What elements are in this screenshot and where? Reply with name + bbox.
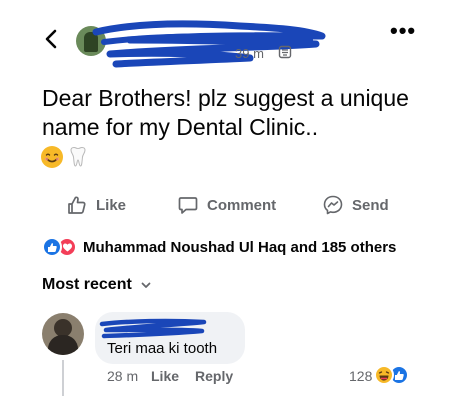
comment-icon: [178, 197, 198, 214]
haha-reaction-icon: [374, 365, 394, 385]
globe-icon: [278, 45, 292, 59]
post-header: 39 m •••: [0, 0, 450, 70]
redacted-commenter-name: [99, 318, 207, 339]
like-reaction-icon: [42, 237, 62, 257]
comment-reply-button[interactable]: Reply: [195, 368, 233, 384]
reactions-summary-text: Muhammad Noushad Ul Haq and 185 others: [83, 238, 397, 256]
redacted-author-name: [92, 20, 326, 68]
chevron-left-icon[interactable]: [42, 28, 60, 50]
smiling-face-emoji: [41, 146, 63, 168]
messenger-icon: [323, 195, 343, 215]
post-time[interactable]: 39 m: [235, 46, 264, 61]
send-button[interactable]: Send: [322, 190, 389, 220]
comment-text: Teri maa ki tooth: [107, 340, 218, 357]
thumbs-up-icon: [68, 196, 86, 214]
sort-label: Most recent: [42, 276, 132, 293]
chevron-down-icon: [141, 282, 151, 288]
post-actions: Like Comment Send: [0, 190, 450, 220]
comment-time[interactable]: 28 m: [107, 368, 138, 384]
like-button[interactable]: Like: [66, 190, 126, 220]
reactions-summary[interactable]: Muhammad Noushad Ul Haq and 185 others: [42, 236, 396, 258]
send-label: Send: [352, 196, 389, 214]
more-horizontal-icon[interactable]: •••: [390, 20, 416, 42]
comment-like-button[interactable]: Like: [151, 368, 179, 384]
like-label: Like: [96, 196, 127, 214]
comment-reaction-count[interactable]: 128: [349, 368, 372, 384]
post-emojis: [40, 145, 90, 169]
comment-button[interactable]: Comment: [177, 190, 276, 220]
comment-reactions[interactable]: [374, 365, 409, 385]
post-text: Dear Brothers! plz suggest a unique name…: [42, 85, 409, 140]
comment-sort-dropdown[interactable]: Most recent: [42, 276, 152, 294]
tooth-emoji: [70, 147, 86, 167]
comment-label: Comment: [207, 196, 277, 214]
commenter-avatar[interactable]: [42, 313, 84, 355]
thread-line: [62, 360, 64, 396]
